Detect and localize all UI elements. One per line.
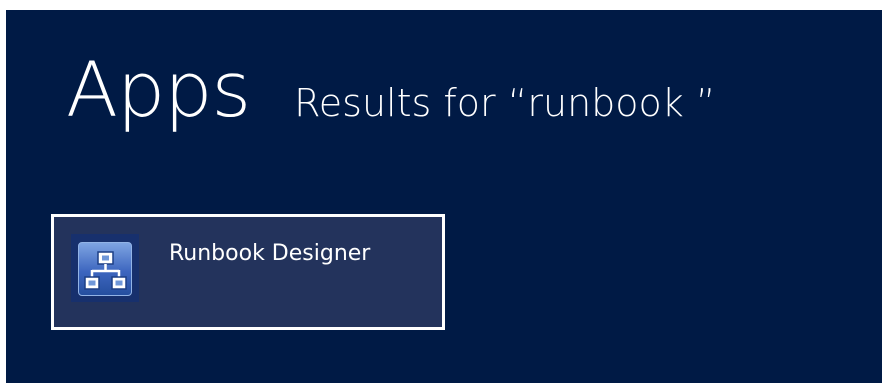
search-results-label: Results for “runbook ” [294, 81, 716, 125]
app-tile-label: Runbook Designer [169, 241, 371, 266]
app-tile-runbook-designer[interactable]: Runbook Designer [51, 214, 445, 330]
runbook-designer-icon [71, 234, 139, 302]
page-title: Apps [66, 45, 251, 134]
app-icon-badge [78, 242, 132, 296]
apps-search-screen: Apps Results for “runbook ” Runbook Desi… [6, 10, 882, 383]
search-header: Apps Results for “runbook ” [66, 52, 716, 152]
flowchart-icon [84, 251, 127, 290]
